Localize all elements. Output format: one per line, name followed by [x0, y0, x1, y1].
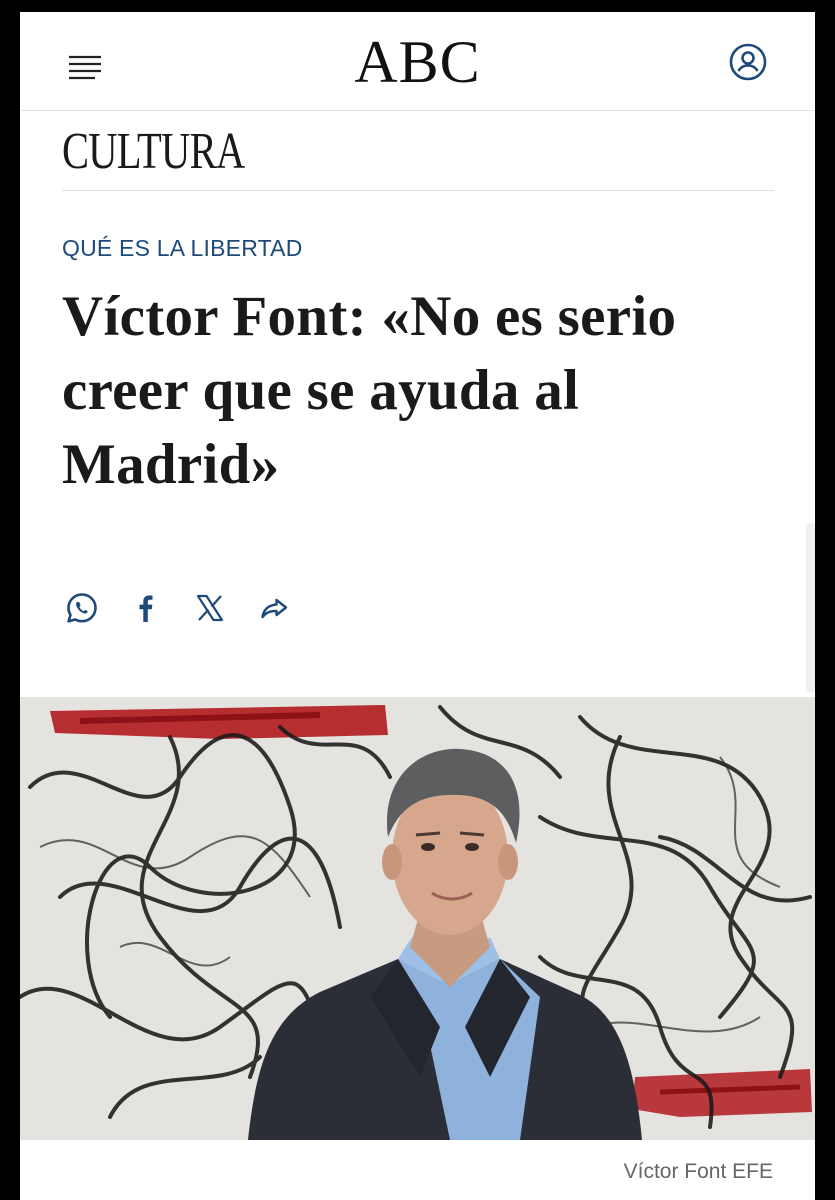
user-account-button[interactable]: [728, 42, 768, 82]
share-arrow-icon: [261, 598, 288, 619]
menu-button[interactable]: [67, 52, 103, 82]
abc-logo[interactable]: ABC: [354, 29, 480, 95]
article-kicker[interactable]: QUÉ ES LA LIBERTAD: [62, 234, 303, 262]
share-more-button[interactable]: [254, 588, 294, 628]
whatsapp-icon: [67, 593, 97, 623]
facebook-icon: [139, 595, 153, 622]
photo-caption: Víctor Font EFE: [623, 1160, 773, 1183]
share-x-button[interactable]: [190, 588, 230, 628]
article-headline: Víctor Font: «No es serio creer que se a…: [62, 285, 677, 496]
scroll-indicator[interactable]: [808, 524, 815, 692]
section-divider: [62, 190, 774, 191]
share-bar: [62, 588, 318, 628]
x-icon: [196, 594, 224, 622]
section-title[interactable]: CULTURA: [62, 120, 245, 184]
article-screen: ABC CULTURA QUÉ ES LA LIBERTAD Víctor Fo…: [20, 12, 815, 1200]
article-photo[interactable]: [20, 697, 815, 1140]
share-facebook-button[interactable]: [126, 588, 166, 628]
hamburger-menu-icon: [69, 55, 101, 80]
portrait-photo: [20, 697, 815, 1140]
share-whatsapp-button[interactable]: [62, 588, 102, 628]
user-account-icon: [729, 43, 767, 81]
top-bar: ABC: [20, 12, 815, 111]
